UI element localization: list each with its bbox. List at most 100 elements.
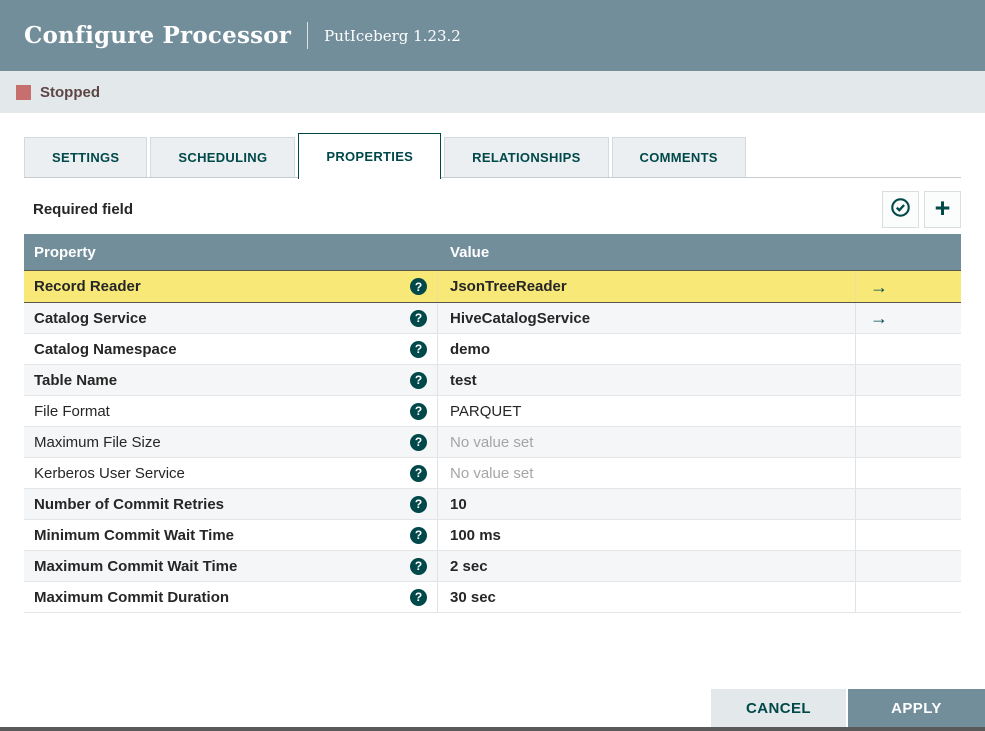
help-icon[interactable]: ?	[410, 588, 427, 606]
table-row[interactable]: Number of Commit Retries? 10	[24, 489, 961, 520]
property-value: 2 sec	[450, 557, 488, 575]
property-name: Table Name	[34, 371, 118, 389]
goto-cell	[856, 582, 961, 612]
help-icon[interactable]: ?	[410, 402, 427, 420]
required-field-label: Required field	[33, 201, 134, 218]
check-circle-icon	[890, 197, 911, 223]
help-icon[interactable]: ?	[410, 309, 427, 327]
goto-cell	[856, 334, 961, 364]
dialog-footer: CANCEL APPLY	[711, 689, 985, 727]
value-cell[interactable]: PARQUET	[438, 396, 856, 426]
property-value: HiveCatalogService	[450, 309, 591, 327]
property-cell: File Format?	[24, 396, 438, 426]
property-value: No value set	[450, 464, 534, 482]
property-cell: Kerberos User Service?	[24, 458, 438, 488]
help-icon[interactable]: ?	[410, 371, 427, 389]
table-header-row: Property Value	[24, 234, 961, 270]
help-icon[interactable]: ?	[410, 433, 427, 451]
property-name: Kerberos User Service	[34, 464, 185, 482]
tab-relationships[interactable]: RELATIONSHIPS	[444, 137, 609, 177]
dialog-header: Configure Processor PutIceberg 1.23.2	[0, 0, 985, 71]
processor-type-version: PutIceberg 1.23.2	[324, 26, 461, 45]
property-name: Maximum File Size	[34, 433, 161, 451]
goto-cell	[856, 458, 961, 488]
property-value: 30 sec	[450, 588, 496, 606]
help-icon[interactable]: ?	[410, 340, 427, 358]
property-column-header: Property	[34, 243, 96, 261]
properties-toolbar: +	[882, 191, 961, 228]
goto-cell: →	[856, 271, 961, 302]
value-column-header: Value	[450, 243, 490, 261]
value-cell[interactable]: demo	[438, 334, 856, 364]
property-value: JsonTreeReader	[450, 278, 567, 295]
add-property-button[interactable]: +	[924, 191, 961, 228]
property-name: Catalog Namespace	[34, 340, 177, 358]
help-icon[interactable]: ?	[410, 526, 427, 544]
value-cell[interactable]: JsonTreeReader	[438, 271, 856, 302]
help-icon[interactable]: ?	[410, 557, 427, 575]
property-value: No value set	[450, 433, 534, 451]
value-cell[interactable]: No value set	[438, 458, 856, 488]
property-name: Minimum Commit Wait Time	[34, 526, 235, 544]
tab-properties[interactable]: PROPERTIES	[298, 133, 442, 179]
table-row[interactable]: Record Reader? JsonTreeReader →	[24, 270, 961, 303]
property-value: demo	[450, 340, 491, 358]
property-cell: Maximum Commit Duration?	[24, 582, 438, 612]
help-icon[interactable]: ?	[410, 278, 427, 295]
title-divider	[307, 22, 309, 49]
table-row[interactable]: Table Name? test	[24, 365, 961, 396]
value-cell[interactable]: 2 sec	[438, 551, 856, 581]
plus-icon: +	[934, 192, 951, 223]
table-row[interactable]: Catalog Namespace? demo	[24, 334, 961, 365]
property-name: Catalog Service	[34, 309, 147, 327]
property-name: File Format	[34, 402, 110, 420]
property-cell: Maximum Commit Wait Time?	[24, 551, 438, 581]
help-icon[interactable]: ?	[410, 464, 427, 482]
help-icon[interactable]: ?	[410, 495, 427, 513]
goto-cell	[856, 489, 961, 519]
value-cell[interactable]: 10	[438, 489, 856, 519]
status-bar: Stopped	[0, 71, 985, 113]
property-cell: Record Reader?	[24, 271, 438, 302]
table-row[interactable]: File Format? PARQUET	[24, 396, 961, 427]
properties-panel-header: Required field +	[24, 191, 961, 228]
value-cell[interactable]: HiveCatalogService	[438, 303, 856, 333]
tab-comments[interactable]: COMMENTS	[611, 137, 746, 177]
table-body: Record Reader? JsonTreeReader → Catalog Ser…	[24, 270, 961, 613]
table-row[interactable]: Kerberos User Service? No value set	[24, 458, 961, 489]
apply-button[interactable]: APPLY	[848, 689, 985, 727]
cancel-button[interactable]: CANCEL	[711, 689, 846, 727]
property-cell: Catalog Namespace?	[24, 334, 438, 364]
property-name: Record Reader	[34, 278, 141, 295]
dialog-title: Configure Processor	[24, 22, 292, 49]
goto-cell	[856, 427, 961, 457]
value-cell[interactable]: No value set	[438, 427, 856, 457]
table-row[interactable]: Maximum Commit Wait Time? 2 sec	[24, 551, 961, 582]
property-value: PARQUET	[450, 402, 522, 420]
value-cell[interactable]: 30 sec	[438, 582, 856, 612]
property-value: 100 ms	[450, 526, 501, 544]
property-value: 10	[450, 495, 467, 513]
properties-table: Property Value Record Reader? JsonTreeRea…	[24, 234, 961, 613]
goto-cell	[856, 365, 961, 395]
goto-service-icon[interactable]: →	[870, 278, 888, 296]
configure-processor-dialog: Configure Processor PutIceberg 1.23.2 St…	[0, 0, 985, 731]
value-cell[interactable]: test	[438, 365, 856, 395]
table-row[interactable]: Maximum File Size? No value set	[24, 427, 961, 458]
verify-properties-button[interactable]	[882, 191, 919, 228]
tab-scheduling[interactable]: SCHEDULING	[150, 137, 296, 177]
property-cell: Maximum File Size?	[24, 427, 438, 457]
table-row[interactable]: Maximum Commit Duration? 30 sec	[24, 582, 961, 613]
goto-cell	[856, 520, 961, 550]
stopped-status-icon	[16, 84, 31, 100]
table-row[interactable]: Minimum Commit Wait Time? 100 ms	[24, 520, 961, 551]
goto-service-icon[interactable]: →	[870, 309, 888, 327]
tab-settings[interactable]: SETTINGS	[24, 137, 148, 177]
property-cell: Number of Commit Retries?	[24, 489, 438, 519]
goto-cell: →	[856, 303, 961, 333]
value-cell[interactable]: 100 ms	[438, 520, 856, 550]
property-cell: Table Name?	[24, 365, 438, 395]
property-cell: Minimum Commit Wait Time?	[24, 520, 438, 550]
property-cell: Catalog Service?	[24, 303, 438, 333]
table-row[interactable]: Catalog Service? HiveCatalogService →	[24, 303, 961, 334]
